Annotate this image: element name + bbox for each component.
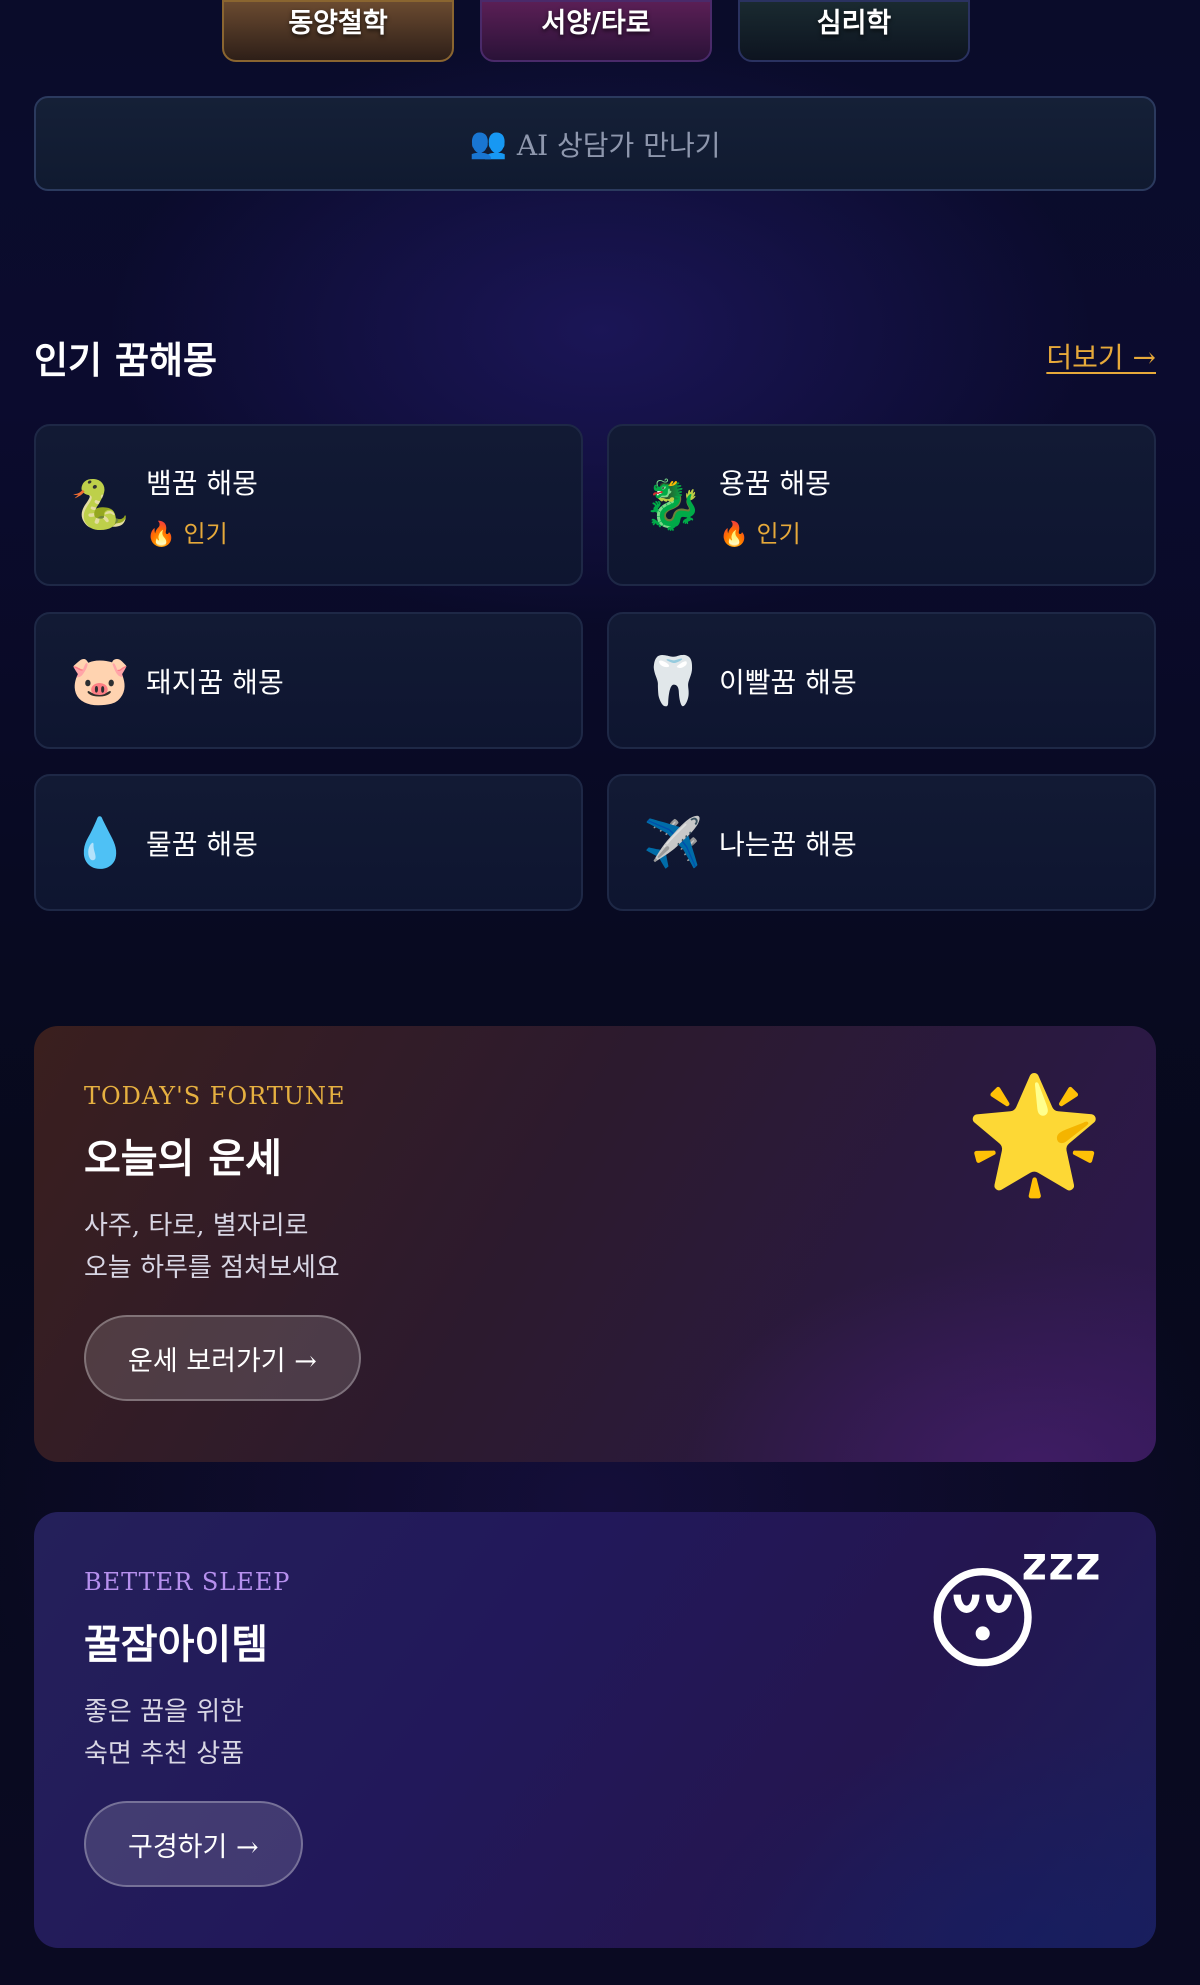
dream-item-label: 물꿈 해몽: [146, 827, 258, 861]
people-icon: 👥: [469, 126, 507, 161]
fortune-kicker: TODAY'S FORTUNE: [84, 1082, 346, 1110]
star-icon: 🌟: [964, 1069, 1104, 1199]
sleep-card: BETTER SLEEP 꿀잠아이템 좋은 꿈을 위한 숙면 추천 상품 구경하…: [34, 1512, 1156, 1948]
ai-counselor-label: AI 상담가 만나기: [516, 128, 721, 162]
popular-badge: 🔥 인기: [719, 519, 801, 548]
dream-item-flying[interactable]: ✈️ 나는꿈 해몽: [607, 774, 1156, 911]
section-title-popular-dreams: 인기 꿈해몽: [34, 339, 218, 382]
dream-item-label: 용꿈 해몽: [719, 466, 831, 500]
sleep-cta-button[interactable]: 구경하기 →: [84, 1801, 303, 1888]
popular-badge: 🔥 인기: [146, 519, 228, 548]
category-row: 동양철학 서양/타로 심리학: [222, 0, 970, 62]
pig-icon: 🐷: [70, 652, 130, 709]
fortune-cta-button[interactable]: 운세 보러가기 →: [84, 1315, 361, 1402]
tooth-icon: 🦷: [643, 652, 703, 709]
fortune-title: 오늘의 운세: [84, 1136, 282, 1182]
sleep-description: 좋은 꿈을 위한 숙면 추천 상품: [84, 1692, 1106, 1775]
dream-item-label: 이빨꿈 해몽: [719, 665, 857, 699]
dream-item-snake[interactable]: 🐍 뱀꿈 해몽 🔥 인기: [34, 424, 583, 586]
fortune-desc-line: 오늘 하루를 점쳐보세요: [84, 1252, 340, 1283]
dream-item-pig[interactable]: 🐷 돼지꿈 해몽: [34, 612, 583, 749]
fortune-description: 사주, 타로, 별자리로 오늘 하루를 점쳐보세요: [84, 1206, 1106, 1289]
category-label: 심리학: [816, 8, 892, 39]
snake-icon: 🐍: [70, 477, 130, 533]
ai-counselor-button[interactable]: 👥 AI 상담가 만나기: [34, 96, 1156, 191]
more-link[interactable]: 더보기 →: [1046, 336, 1156, 376]
dream-item-dragon[interactable]: 🐉 용꿈 해몽 🔥 인기: [607, 424, 1156, 586]
fortune-desc-line: 사주, 타로, 별자리로: [84, 1211, 309, 1241]
water-drop-icon: 💧: [70, 814, 130, 871]
dragon-icon: 🐉: [643, 477, 703, 533]
category-tile-western-tarot[interactable]: 서양/타로: [480, 0, 712, 62]
airplane-icon: ✈️: [643, 814, 703, 871]
dream-item-label: 뱀꿈 해몽: [146, 466, 258, 500]
category-tile-psychology[interactable]: 심리학: [738, 0, 970, 62]
category-tile-eastern[interactable]: 동양철학: [222, 0, 454, 62]
dream-item-tooth[interactable]: 🦷 이빨꿈 해몽: [607, 612, 1156, 749]
sleeping-face-icon: 😴: [924, 1555, 1104, 1685]
dream-item-label: 돼지꿈 해몽: [146, 665, 284, 699]
dream-grid: 🐍 뱀꿈 해몽 🔥 인기 🐉 용꿈 해몽 🔥 인기 🐷 돼지꿈 해몽 🦷 이빨꿈…: [34, 424, 1156, 936]
category-label: 동양철학: [288, 8, 388, 39]
category-label: 서양/타로: [541, 8, 651, 39]
fortune-card: TODAY'S FORTUNE 오늘의 운세 사주, 타로, 별자리로 오늘 하…: [34, 1026, 1156, 1462]
dream-item-label: 나는꿈 해몽: [719, 827, 857, 861]
sleep-desc-line: 좋은 꿈을 위한: [84, 1697, 245, 1727]
dream-item-water[interactable]: 💧 물꿈 해몽: [34, 774, 583, 911]
sleep-desc-line: 숙면 추천 상품: [84, 1738, 245, 1769]
